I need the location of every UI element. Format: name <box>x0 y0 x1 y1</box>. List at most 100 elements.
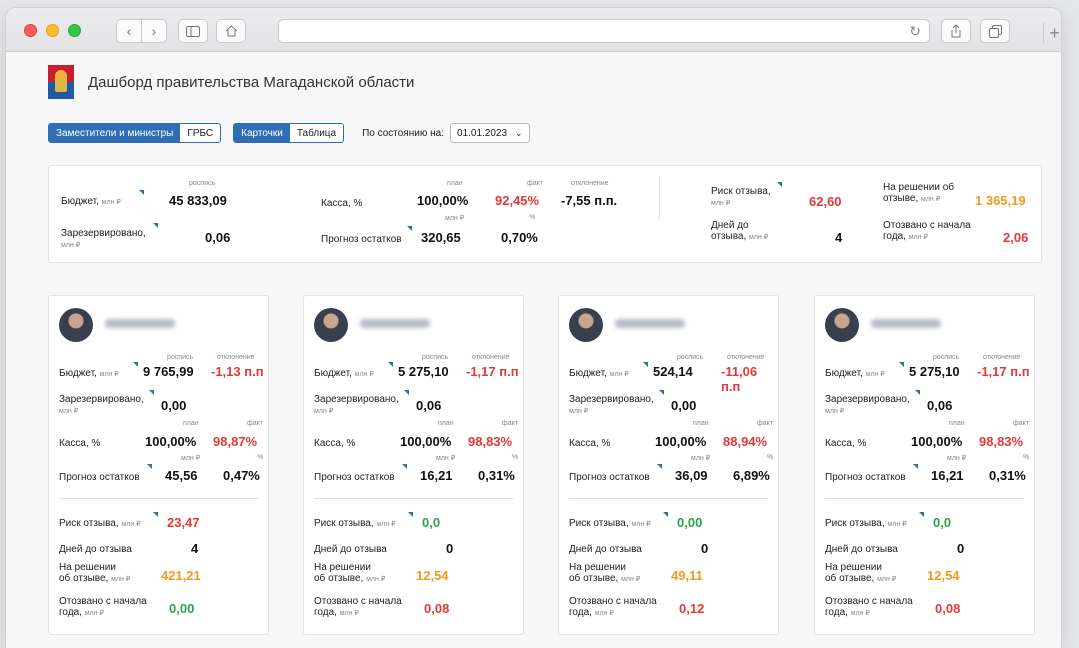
col-plan: план <box>183 420 199 427</box>
cash-dev-value: -7,55 п.п. <box>561 193 618 208</box>
col-pct: % <box>512 454 519 461</box>
revoked-value: 2,06 <box>1003 230 1029 245</box>
tab-table[interactable]: Таблица <box>289 124 344 142</box>
forecast-label: Прогноз остатков <box>825 472 906 483</box>
forecast-label: Прогноз остатков <box>321 234 402 245</box>
dashboard-page: Дашборд правительства Магаданской област… <box>6 53 1061 648</box>
forecast-label: Прогноз остатков <box>569 472 650 483</box>
avatar <box>314 308 348 342</box>
reload-icon[interactable]: ↻ <box>909 23 921 40</box>
cash-label: Касса, % <box>825 438 867 449</box>
decision-value: 1 365,19 <box>975 193 1026 208</box>
info-marker-icon <box>388 362 393 367</box>
cash-fact-value: 98,83% <box>979 434 1024 449</box>
new-tab-button[interactable]: + <box>1043 22 1061 44</box>
date-value: 01.01.2023 <box>456 127 508 139</box>
days-value: 4 <box>835 230 843 245</box>
address-bar[interactable]: ↻ <box>278 19 930 43</box>
forecast-col-pct: % <box>529 214 536 221</box>
forecast-pct-value: 0,31% <box>989 468 1026 483</box>
chevron-left-icon: ‹ <box>126 23 132 39</box>
col-mln: млн ₽ <box>947 455 967 462</box>
back-button[interactable]: ‹ <box>116 19 142 43</box>
info-marker-icon <box>149 390 154 395</box>
person-name-blurred <box>105 319 175 328</box>
decision-label: На решении об отзыве, млн ₽ <box>59 562 131 584</box>
tabs-icon <box>988 24 1002 38</box>
col-rospis: роспись <box>422 354 449 361</box>
col-dev: отклонение <box>983 354 1021 361</box>
reserved-value: 0,06 <box>927 398 953 413</box>
revoked-value: 0,00 <box>169 601 195 616</box>
info-marker-icon <box>133 362 138 367</box>
revoked-label: Отозвано с начала года, млн ₽ <box>59 596 147 618</box>
page-title: Дашборд правительства Магаданской област… <box>88 73 415 91</box>
reserved-label: Зарезервировано, млн ₽ <box>314 394 399 415</box>
cash-plan-value: 100,00% <box>400 434 452 449</box>
person-card[interactable]: роспись отклонение Бюджет, млн ₽ 5 275,1… <box>303 295 524 635</box>
forecast-mln-value: 320,65 <box>421 230 461 245</box>
col-pct: % <box>767 454 774 461</box>
date-select[interactable]: 01.01.2023 ⌄ <box>449 123 530 143</box>
col-mln: млн ₽ <box>436 455 456 462</box>
info-marker-icon <box>913 464 918 469</box>
budget-value: 5 275,10 <box>398 364 449 379</box>
decision-value: 49,11 <box>671 568 703 583</box>
forward-button[interactable]: › <box>141 19 167 43</box>
revoked-value: 0,08 <box>935 601 961 616</box>
tabs-overview-button[interactable] <box>980 19 1010 43</box>
dev-value: -1,17 п.п <box>977 364 1030 379</box>
reserved-label: Зарезервировано, млн ₽ <box>825 394 910 415</box>
person-card[interactable]: роспись отклонение Бюджет, млн ₽ 9 765,9… <box>48 295 269 635</box>
browser-toolbar: ‹ › ↻ + <box>6 8 1061 52</box>
cash-plan-value: 100,00% <box>145 434 197 449</box>
forecast-col-mln: млн ₽ <box>445 215 465 222</box>
page-header: Дашборд правительства Магаданской област… <box>48 65 414 99</box>
cash-plan-value: 100,00% <box>911 434 963 449</box>
days-label: Дней до отзыва <box>314 544 387 555</box>
cash-label: Касса, % <box>569 438 611 449</box>
person-card[interactable]: роспись отклонение Бюджет, млн ₽ 524,14 … <box>558 295 779 635</box>
dev-value: -1,17 п.п <box>466 364 519 379</box>
reserved-value: 0,06 <box>205 230 231 245</box>
sidebar-button[interactable] <box>178 19 208 43</box>
col-pct: % <box>1023 454 1030 461</box>
col-mln: млн ₽ <box>691 455 711 462</box>
col-plan: план <box>949 420 965 427</box>
info-marker-icon <box>657 464 662 469</box>
plus-icon: + <box>1049 22 1060 43</box>
budget-value: 5 275,10 <box>909 364 960 379</box>
tab-cards[interactable]: Карточки <box>234 124 290 142</box>
decision-label: На решении об отзыве, млн ₽ <box>825 562 897 584</box>
avatar <box>825 308 859 342</box>
cash-col-plan: план <box>447 180 463 187</box>
zoom-window-button[interactable] <box>68 24 81 37</box>
cash-label: Касса, % <box>314 438 356 449</box>
col-fact: факт <box>247 420 263 427</box>
budget-label: Бюджет, млн ₽ <box>314 368 374 379</box>
col-dev: отклонение <box>727 354 765 361</box>
person-name-blurred <box>871 319 941 328</box>
risk-value: 62,60 <box>809 194 842 209</box>
cash-fact-value: 98,83% <box>468 434 513 449</box>
decision-label: На решении об отзыве, млн ₽ <box>569 562 641 584</box>
budget-value: 524,14 <box>653 364 693 379</box>
home-button[interactable] <box>216 19 246 43</box>
tab-grbs[interactable]: ГРБС <box>180 124 221 142</box>
forecast-pct-value: 0,47% <box>223 468 260 483</box>
person-card[interactable]: роспись отклонение Бюджет, млн ₽ 5 275,1… <box>814 295 1035 635</box>
col-rospis: роспись <box>933 354 960 361</box>
share-button[interactable] <box>941 19 971 43</box>
close-window-button[interactable] <box>24 24 37 37</box>
budget-label: Бюджет, млн ₽ <box>59 368 119 379</box>
minimize-window-button[interactable] <box>46 24 59 37</box>
forecast-pct-value: 0,31% <box>478 468 515 483</box>
summary-divider <box>659 176 660 220</box>
budget-label: Бюджет, млн ₽ <box>61 196 121 207</box>
col-dev: отклонение <box>472 354 510 361</box>
budget-label: Бюджет, млн ₽ <box>569 368 629 379</box>
info-marker-icon <box>153 223 158 228</box>
decision-value: 421,21 <box>161 568 201 583</box>
tab-deputies-ministers[interactable]: Заместители и министры <box>49 124 181 142</box>
info-marker-icon <box>777 182 782 187</box>
